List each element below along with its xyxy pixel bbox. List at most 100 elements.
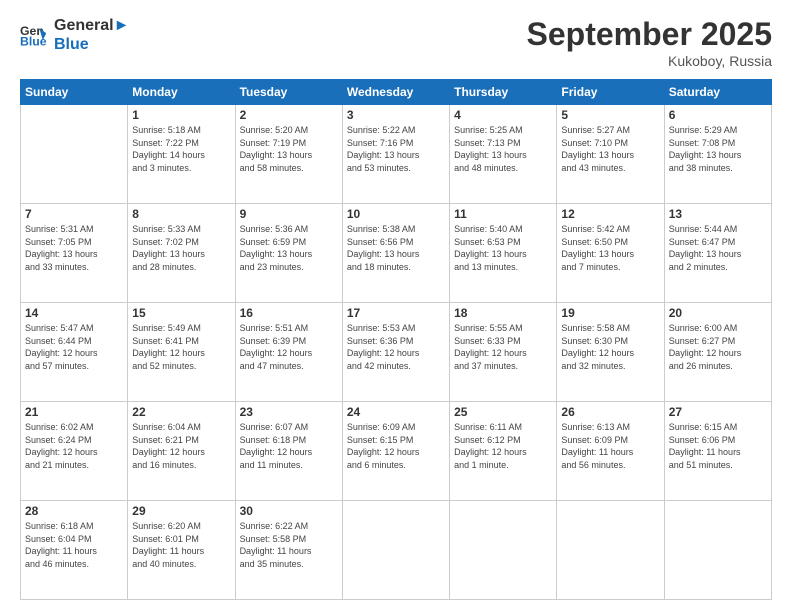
day-number: 21: [25, 405, 123, 419]
day-number: 30: [240, 504, 338, 518]
day-number: 8: [132, 207, 230, 221]
day-number: 4: [454, 108, 552, 122]
day-number: 14: [25, 306, 123, 320]
calendar-table: SundayMondayTuesdayWednesdayThursdayFrid…: [20, 79, 772, 600]
calendar-cell: 9 Sunrise: 5:36 AM Sunset: 6:59 PM Daylig…: [235, 204, 342, 303]
weekday-header: Friday: [557, 80, 664, 105]
calendar-cell: 8 Sunrise: 5:33 AM Sunset: 7:02 PM Daylig…: [128, 204, 235, 303]
weekday-header: Sunday: [21, 80, 128, 105]
calendar-cell: 24 Sunrise: 6:09 AM Sunset: 6:15 PM Dayli…: [342, 402, 449, 501]
calendar-cell: 7Sunrise: 5:31 AM Sunset: 7:05 PM Daylig…: [21, 204, 128, 303]
day-number: 20: [669, 306, 767, 320]
calendar-week-row: 14 Sunrise: 5:47 AM Sunset: 6:44 PM Dayli…: [21, 303, 772, 402]
day-number: 24: [347, 405, 445, 419]
day-info: Sunrise: 6:13 AM Sunset: 6:09 PM Dayligh…: [561, 421, 659, 471]
day-info: Sunrise: 5:42 AM Sunset: 6:50 PM Dayligh…: [561, 223, 659, 273]
calendar-cell: 26 Sunrise: 6:13 AM Sunset: 6:09 PM Dayli…: [557, 402, 664, 501]
calendar-cell: 12 Sunrise: 5:42 AM Sunset: 6:50 PM Dayli…: [557, 204, 664, 303]
day-info: Sunrise: 6:00 AM Sunset: 6:27 PM Dayligh…: [669, 322, 767, 372]
page: Gen Blue General► Blue September 2025 Ku…: [0, 0, 792, 612]
calendar-week-row: 1Sunrise: 5:18 AM Sunset: 7:22 PM Daylig…: [21, 105, 772, 204]
header: Gen Blue General► Blue September 2025 Ku…: [20, 16, 772, 69]
day-info: Sunrise: 5:49 AM Sunset: 6:41 PM Dayligh…: [132, 322, 230, 372]
calendar-cell: 5 Sunrise: 5:27 AM Sunset: 7:10 PM Daylig…: [557, 105, 664, 204]
logo: Gen Blue General► Blue: [20, 16, 129, 54]
day-info: Sunrise: 5:53 AM Sunset: 6:36 PM Dayligh…: [347, 322, 445, 372]
day-info: Sunrise: 5:22 AM Sunset: 7:16 PM Dayligh…: [347, 124, 445, 174]
calendar-week-row: 7Sunrise: 5:31 AM Sunset: 7:05 PM Daylig…: [21, 204, 772, 303]
day-info: Sunrise: 5:36 AM Sunset: 6:59 PM Dayligh…: [240, 223, 338, 273]
day-info: Sunrise: 6:22 AM Sunset: 5:58 PM Dayligh…: [240, 520, 338, 570]
day-info: Sunrise: 5:47 AM Sunset: 6:44 PM Dayligh…: [25, 322, 123, 372]
day-number: 27: [669, 405, 767, 419]
day-number: 26: [561, 405, 659, 419]
day-number: 5: [561, 108, 659, 122]
day-info: Sunrise: 6:02 AM Sunset: 6:24 PM Dayligh…: [25, 421, 123, 471]
day-info: Sunrise: 5:55 AM Sunset: 6:33 PM Dayligh…: [454, 322, 552, 372]
day-number: 29: [132, 504, 230, 518]
day-info: Sunrise: 6:04 AM Sunset: 6:21 PM Dayligh…: [132, 421, 230, 471]
calendar-cell: 23Sunrise: 6:07 AM Sunset: 6:18 PM Dayli…: [235, 402, 342, 501]
calendar-cell: 14 Sunrise: 5:47 AM Sunset: 6:44 PM Dayli…: [21, 303, 128, 402]
day-number: 19: [561, 306, 659, 320]
day-number: 23: [240, 405, 338, 419]
calendar-cell: 6Sunrise: 5:29 AM Sunset: 7:08 PM Daylig…: [664, 105, 771, 204]
calendar-cell: 15 Sunrise: 5:49 AM Sunset: 6:41 PM Dayli…: [128, 303, 235, 402]
logo-icon: Gen Blue: [20, 21, 48, 49]
day-info: Sunrise: 5:33 AM Sunset: 7:02 PM Dayligh…: [132, 223, 230, 273]
title-block: September 2025 Kukoboy, Russia: [527, 16, 772, 69]
calendar-cell: 10 Sunrise: 5:38 AM Sunset: 6:56 PM Dayli…: [342, 204, 449, 303]
calendar-cell: 1Sunrise: 5:18 AM Sunset: 7:22 PM Daylig…: [128, 105, 235, 204]
day-info: Sunrise: 5:44 AM Sunset: 6:47 PM Dayligh…: [669, 223, 767, 273]
weekday-header: Thursday: [450, 80, 557, 105]
day-number: 25: [454, 405, 552, 419]
calendar-cell: 17 Sunrise: 5:53 AM Sunset: 6:36 PM Dayli…: [342, 303, 449, 402]
day-number: 17: [347, 306, 445, 320]
day-info: Sunrise: 6:09 AM Sunset: 6:15 PM Dayligh…: [347, 421, 445, 471]
day-info: Sunrise: 5:40 AM Sunset: 6:53 PM Dayligh…: [454, 223, 552, 273]
day-number: 11: [454, 207, 552, 221]
day-info: Sunrise: 5:27 AM Sunset: 7:10 PM Dayligh…: [561, 124, 659, 174]
weekday-header: Wednesday: [342, 80, 449, 105]
day-number: 1: [132, 108, 230, 122]
day-info: Sunrise: 5:58 AM Sunset: 6:30 PM Dayligh…: [561, 322, 659, 372]
calendar-cell: 22Sunrise: 6:04 AM Sunset: 6:21 PM Dayli…: [128, 402, 235, 501]
calendar-cell: 18 Sunrise: 5:55 AM Sunset: 6:33 PM Dayli…: [450, 303, 557, 402]
day-number: 10: [347, 207, 445, 221]
calendar-cell: 19 Sunrise: 5:58 AM Sunset: 6:30 PM Dayli…: [557, 303, 664, 402]
day-number: 15: [132, 306, 230, 320]
weekday-header: Saturday: [664, 80, 771, 105]
day-number: 6: [669, 108, 767, 122]
weekday-header: Monday: [128, 80, 235, 105]
day-number: 13: [669, 207, 767, 221]
day-info: Sunrise: 5:38 AM Sunset: 6:56 PM Dayligh…: [347, 223, 445, 273]
day-number: 16: [240, 306, 338, 320]
calendar-cell: [450, 501, 557, 600]
weekday-header: Tuesday: [235, 80, 342, 105]
calendar-cell: 20 Sunrise: 6:00 AM Sunset: 6:27 PM Dayli…: [664, 303, 771, 402]
calendar-cell: 3Sunrise: 5:22 AM Sunset: 7:16 PM Daylig…: [342, 105, 449, 204]
calendar-header-row: SundayMondayTuesdayWednesdayThursdayFrid…: [21, 80, 772, 105]
day-info: Sunrise: 6:18 AM Sunset: 6:04 PM Dayligh…: [25, 520, 123, 570]
calendar-week-row: 28Sunrise: 6:18 AM Sunset: 6:04 PM Dayli…: [21, 501, 772, 600]
calendar-cell: 21 Sunrise: 6:02 AM Sunset: 6:24 PM Dayli…: [21, 402, 128, 501]
day-number: 9: [240, 207, 338, 221]
day-info: Sunrise: 6:20 AM Sunset: 6:01 PM Dayligh…: [132, 520, 230, 570]
calendar-cell: [664, 501, 771, 600]
day-info: Sunrise: 5:25 AM Sunset: 7:13 PM Dayligh…: [454, 124, 552, 174]
day-info: Sunrise: 6:15 AM Sunset: 6:06 PM Dayligh…: [669, 421, 767, 471]
calendar-cell: 29 Sunrise: 6:20 AM Sunset: 6:01 PM Dayli…: [128, 501, 235, 600]
day-info: Sunrise: 6:11 AM Sunset: 6:12 PM Dayligh…: [454, 421, 552, 471]
calendar-cell: [342, 501, 449, 600]
day-info: Sunrise: 5:51 AM Sunset: 6:39 PM Dayligh…: [240, 322, 338, 372]
calendar-week-row: 21 Sunrise: 6:02 AM Sunset: 6:24 PM Dayli…: [21, 402, 772, 501]
day-info: Sunrise: 5:20 AM Sunset: 7:19 PM Dayligh…: [240, 124, 338, 174]
calendar-cell: 13 Sunrise: 5:44 AM Sunset: 6:47 PM Dayli…: [664, 204, 771, 303]
calendar-cell: 25 Sunrise: 6:11 AM Sunset: 6:12 PM Dayli…: [450, 402, 557, 501]
calendar-cell: 27 Sunrise: 6:15 AM Sunset: 6:06 PM Dayli…: [664, 402, 771, 501]
day-number: 12: [561, 207, 659, 221]
calendar-cell: 11 Sunrise: 5:40 AM Sunset: 6:53 PM Dayli…: [450, 204, 557, 303]
calendar-cell: 4 Sunrise: 5:25 AM Sunset: 7:13 PM Daylig…: [450, 105, 557, 204]
day-number: 18: [454, 306, 552, 320]
calendar-cell: 30 Sunrise: 6:22 AM Sunset: 5:58 PM Dayli…: [235, 501, 342, 600]
